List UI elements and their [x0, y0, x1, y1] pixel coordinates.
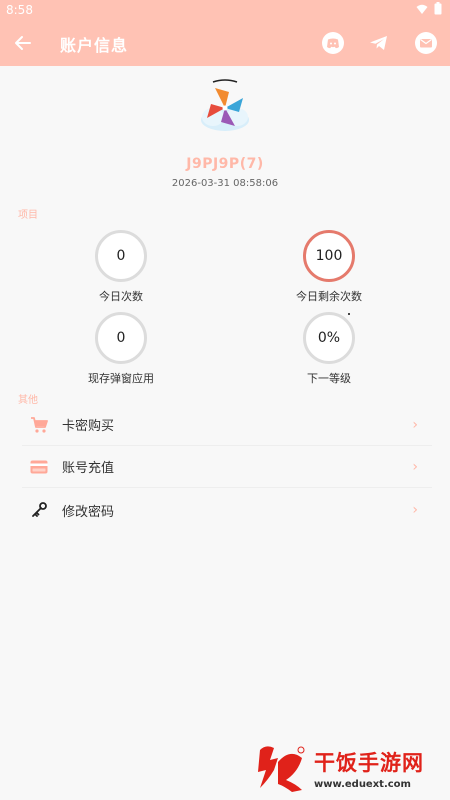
stat-ring: 0 [95, 312, 147, 364]
back-arrow-icon[interactable] [12, 32, 34, 54]
watermark: 干饭手游网 www.eduext.com [252, 740, 442, 796]
watermark-url: www.eduext.com [314, 778, 411, 790]
stat-ring: 0% [303, 312, 355, 364]
menu-item-recharge[interactable]: 账号充值 › [22, 446, 432, 488]
stat-next-level: 0% 下一等级 [254, 312, 404, 386]
discord-icon[interactable] [321, 31, 345, 55]
stat-ring: 0 [95, 230, 147, 282]
chevron-right-icon: › [412, 459, 418, 475]
watermark-text: 干饭手游网 www.eduext.com [314, 747, 424, 790]
stat-today-count: 0 今日次数 [46, 230, 196, 304]
menu-item-label: 卡密购买 [62, 419, 115, 434]
chevron-right-icon: › [412, 417, 418, 433]
status-bar: 8:58 [0, 0, 450, 20]
profile-header: J9PJ9P(7) 2026-03-31 08:58:06 [0, 78, 450, 189]
stat-ring: 100 [303, 230, 355, 282]
login-datetime: 2026-03-31 08:58:06 [171, 178, 279, 189]
status-time: 8:58 [6, 3, 33, 17]
cart-icon [30, 416, 48, 434]
wifi-icon [416, 4, 428, 14]
menu-item-label: 修改密码 [62, 504, 115, 520]
menu-item-change-password[interactable]: 修改密码 › [22, 489, 432, 531]
stat-today-remaining: 100 今日剩余次数 [254, 230, 404, 304]
stat-label: 现存弹窗应用 [88, 372, 154, 385]
page-title: 账户信息 [60, 36, 129, 55]
menu-item-buy-card[interactable]: 卡密购买 › [22, 404, 432, 446]
chevron-right-icon: › [412, 502, 418, 518]
mail-icon[interactable] [414, 31, 438, 55]
stat-label: 下一等级 [307, 372, 351, 385]
stat-label: 今日次数 [99, 290, 143, 303]
menu-item-label: 账号充值 [62, 461, 115, 476]
stat-popup-apps: 0 现存弹窗应用 [46, 312, 196, 386]
stray-dot [348, 313, 350, 315]
section-label-items: 项目 [18, 210, 38, 221]
key-icon [30, 501, 48, 519]
watermark-title: 干饭手游网 [314, 750, 424, 775]
watermark-logo-icon [258, 746, 305, 792]
telegram-icon[interactable] [367, 31, 391, 55]
credit-card-icon [30, 458, 48, 476]
battery-icon [434, 2, 442, 15]
avatar[interactable] [195, 78, 255, 138]
system-icons [416, 2, 442, 15]
username: J9PJ9P(7) [186, 156, 264, 172]
stat-label: 今日剩余次数 [296, 290, 362, 303]
app-bar: 账户信息 [0, 20, 450, 66]
